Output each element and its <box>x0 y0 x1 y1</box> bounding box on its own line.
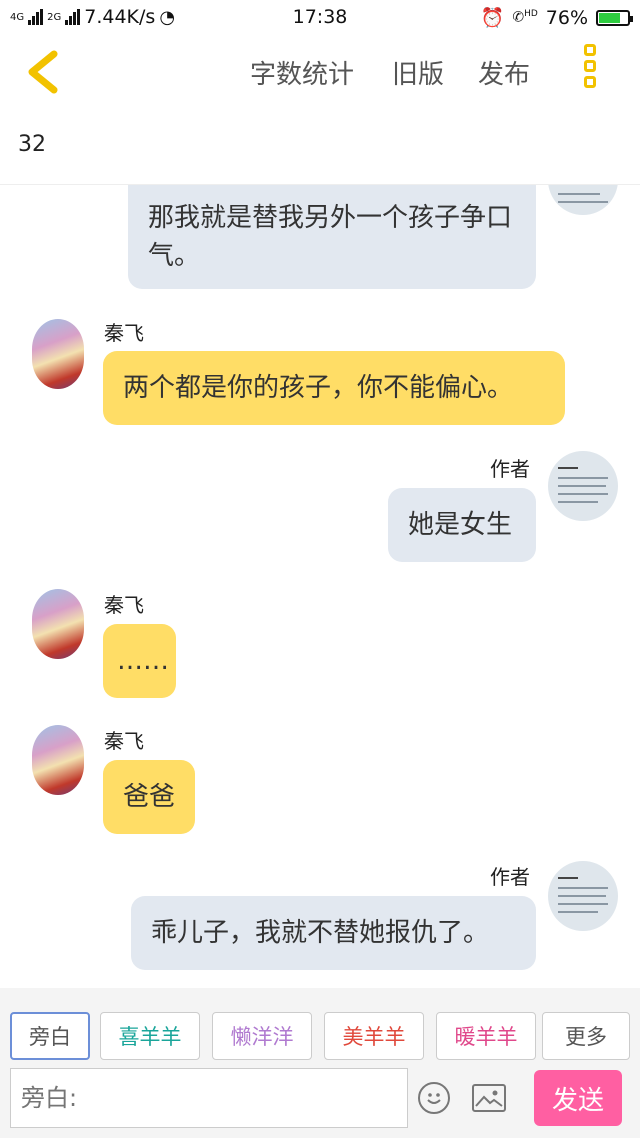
word-count-button[interactable]: 字数统计 <box>250 54 354 91</box>
chevron-left-icon <box>28 50 58 94</box>
menu-dot <box>584 76 596 88</box>
avatar-line <box>558 467 578 469</box>
avatar-line <box>558 193 600 195</box>
smiley-face <box>427 1093 441 1104</box>
message-bubble[interactable]: 爸爸 <box>103 760 195 834</box>
avatar-line <box>558 201 608 203</box>
composer-panel: 旁白 喜羊羊 懒洋洋 美羊羊 暖羊羊 更多 发送 <box>0 988 640 1138</box>
avatar-line <box>558 903 608 905</box>
message-bubble[interactable]: 她是女生 <box>388 488 536 562</box>
author-avatar[interactable] <box>548 185 618 215</box>
avatar-line <box>558 887 608 889</box>
qinfei-avatar[interactable] <box>32 725 84 795</box>
author-avatar[interactable] <box>548 861 618 931</box>
chat-area[interactable]: 那我就是替我另外一个孩子争口气。 秦飞 两个都是你的孩子，你不能偏心。 作者 她… <box>0 185 640 988</box>
role-tag[interactable]: 美羊羊 <box>324 1012 424 1060</box>
call-hd-icon: ✆HD <box>512 9 538 26</box>
battery-icon <box>596 9 633 26</box>
publish-button[interactable]: 发布 <box>478 54 530 91</box>
avatar-line <box>558 501 598 503</box>
status-bar: 4G 2G 7.44K/s ◔ 17:38 ⏰ ✆HD 76% <box>0 0 640 34</box>
speaker-name: 秦飞 <box>104 593 144 617</box>
message-bubble[interactable]: …… <box>103 624 176 698</box>
avatar-line <box>558 493 608 495</box>
more-vertical-icon <box>584 44 596 56</box>
avatar-line <box>558 911 598 913</box>
top-toolbar: 字数统计 旧版 发布 <box>0 34 640 110</box>
role-tag-narrator[interactable]: 旁白 <box>10 1012 90 1060</box>
speaker-name: 秦飞 <box>104 729 144 753</box>
back-button[interactable] <box>24 50 64 94</box>
avatar-line <box>558 485 606 487</box>
old-version-button[interactable]: 旧版 <box>392 54 444 91</box>
image-icon[interactable] <box>472 1084 506 1112</box>
speaker-name: 秦飞 <box>104 321 144 345</box>
more-roles-button[interactable]: 更多 <box>542 1012 630 1060</box>
menu-dot <box>584 60 596 72</box>
author-avatar[interactable] <box>548 451 618 521</box>
message-bubble[interactable]: 那我就是替我另外一个孩子争口气。 <box>128 185 536 289</box>
send-button[interactable]: 发送 <box>534 1070 622 1126</box>
avatar-line <box>558 895 606 897</box>
avatar-line <box>558 477 608 479</box>
qinfei-avatar[interactable] <box>32 589 84 659</box>
speaker-name: 作者 <box>490 865 530 889</box>
smiley-icon[interactable] <box>418 1082 450 1114</box>
role-tag[interactable]: 喜羊羊 <box>100 1012 200 1060</box>
message-bubble[interactable]: 乖儿子，我就不替她报仇了。 <box>131 896 536 970</box>
role-tag[interactable]: 暖羊羊 <box>436 1012 536 1060</box>
role-tag[interactable]: 懒洋洋 <box>212 1012 312 1060</box>
speaker-name: 作者 <box>490 457 530 481</box>
battery-percent: 76% <box>545 6 588 29</box>
word-count-value: 32 <box>18 132 46 157</box>
qinfei-avatar[interactable] <box>32 319 84 389</box>
message-bubble[interactable]: 两个都是你的孩子，你不能偏心。 <box>103 351 565 425</box>
image-glyph <box>475 1090 503 1107</box>
alarm-icon: ⏰ <box>480 7 505 29</box>
message-input[interactable] <box>10 1068 408 1128</box>
status-right: ⏰ ✆HD 76% <box>480 6 633 29</box>
avatar-line <box>558 877 578 879</box>
more-menu-button[interactable] <box>578 44 602 100</box>
